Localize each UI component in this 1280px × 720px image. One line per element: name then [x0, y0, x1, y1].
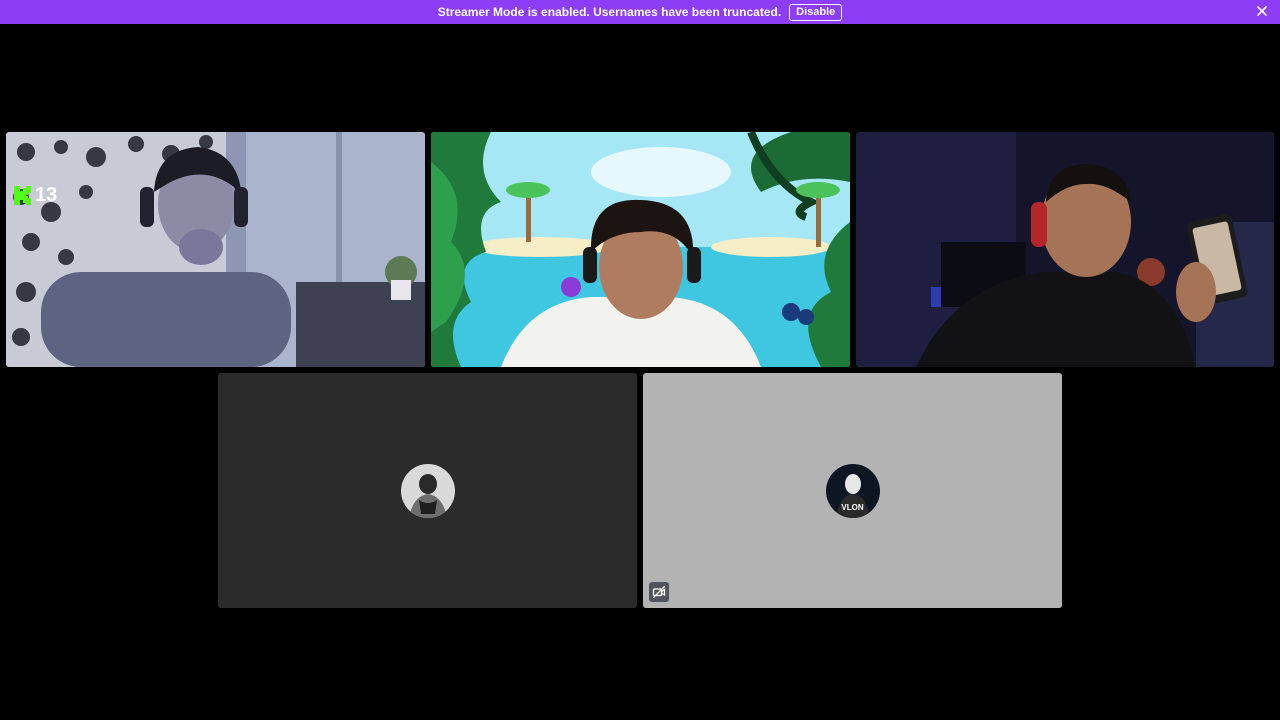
banner-message: Streamer Mode is enabled. Usernames have…: [437, 5, 782, 19]
avatar-tile-participant-4[interactable]: [218, 373, 637, 608]
camera-off-icon: [649, 582, 669, 602]
video-tile-participant-3[interactable]: [856, 132, 1274, 367]
disable-streamer-mode-button[interactable]: Disable: [789, 3, 843, 21]
webcam-feed: [856, 132, 1274, 367]
video-tile-participant-1[interactable]: 13: [6, 132, 425, 367]
kick-badge: 13: [14, 184, 57, 207]
close-icon[interactable]: [1254, 3, 1270, 19]
avatar-tile-participant-5[interactable]: VLON: [643, 373, 1062, 608]
webcam-feed: [6, 132, 425, 367]
video-tile-participant-2[interactable]: [431, 132, 850, 367]
streamer-mode-banner: Streamer Mode is enabled. Usernames have…: [0, 0, 1280, 24]
avatar-text: VLON: [841, 502, 864, 512]
kick-logo-icon: [14, 186, 31, 205]
user-avatar: [400, 463, 455, 518]
webcam-feed: [431, 132, 850, 367]
kick-badge-count: 13: [35, 184, 58, 206]
user-avatar: VLON: [825, 463, 880, 518]
